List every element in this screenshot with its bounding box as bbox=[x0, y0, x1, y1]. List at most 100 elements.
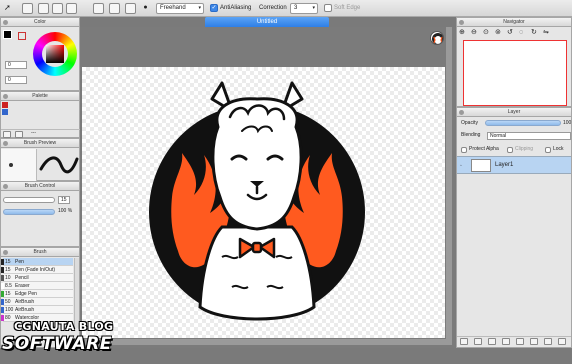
brush-size-field[interactable]: 15 bbox=[58, 196, 70, 204]
brush-size: 100 bbox=[5, 307, 14, 313]
delete-palette-icon[interactable] bbox=[15, 131, 23, 138]
layer-mask-icon[interactable] bbox=[516, 338, 524, 345]
frame-icon[interactable] bbox=[52, 3, 63, 14]
palette-panel: Palette --- bbox=[0, 91, 81, 138]
brush-opacity-slider[interactable] bbox=[3, 209, 55, 215]
color-wheel[interactable] bbox=[33, 32, 77, 76]
selection-icon[interactable] bbox=[22, 3, 33, 14]
merge-layer-icon[interactable] bbox=[502, 338, 510, 345]
protect-alpha-checkbox[interactable] bbox=[461, 147, 467, 153]
brush-color-swatch bbox=[1, 307, 4, 313]
brush-preview-title: Brush Preview bbox=[1, 139, 79, 148]
duplicate-layer-icon[interactable] bbox=[488, 338, 496, 345]
saturation-square[interactable] bbox=[46, 45, 64, 63]
close-icon[interactable] bbox=[459, 20, 464, 25]
zoom-in-icon[interactable]: ⊕ bbox=[459, 29, 467, 37]
grid-icon[interactable] bbox=[125, 3, 136, 14]
vertical-scrollbar[interactable] bbox=[446, 27, 452, 345]
brush-size-slider[interactable] bbox=[3, 197, 55, 203]
clear-layer-icon[interactable] bbox=[544, 338, 552, 345]
brush-name: Pencil bbox=[15, 275, 29, 281]
brush-mode-value: Freehand bbox=[160, 5, 186, 11]
layer-thumbnail bbox=[471, 159, 491, 172]
blending-label: Blending bbox=[461, 132, 481, 138]
foreground-color-swatch[interactable] bbox=[3, 30, 12, 39]
canvas-area bbox=[80, 27, 455, 348]
palette-swatch-blue[interactable] bbox=[2, 109, 8, 115]
close-icon[interactable] bbox=[3, 141, 8, 146]
brush-item[interactable]: 10 Pencil bbox=[1, 274, 73, 282]
new-folder-icon[interactable] bbox=[474, 338, 482, 345]
brush-item[interactable]: 15 Pen (Fade In/Out) bbox=[1, 266, 73, 274]
document-tab[interactable]: Untitled bbox=[205, 17, 329, 27]
palette-menu[interactable]: --- bbox=[31, 129, 36, 137]
add-palette-icon[interactable] bbox=[3, 131, 11, 138]
brush-item[interactable]: 15 Edge Pen bbox=[1, 290, 73, 298]
delete-layer-icon[interactable] bbox=[558, 338, 566, 345]
blending-value: Normal bbox=[490, 133, 507, 139]
zoom-actual-icon[interactable]: ⊚ bbox=[495, 29, 503, 37]
color-field-2[interactable]: 0 bbox=[5, 76, 27, 84]
close-icon[interactable] bbox=[3, 250, 8, 255]
lock-label: Lock bbox=[553, 146, 564, 152]
transform-icon[interactable] bbox=[93, 3, 104, 14]
close-icon[interactable] bbox=[3, 20, 8, 25]
navigator-preview[interactable] bbox=[463, 40, 567, 106]
brush-item[interactable]: 8.5 Eraser bbox=[1, 282, 73, 290]
close-icon[interactable] bbox=[3, 94, 8, 99]
dot-icon[interactable]: ● bbox=[140, 3, 151, 14]
layer-settings-icon[interactable] bbox=[530, 338, 538, 345]
rotate-reset-icon[interactable]: ◌ bbox=[519, 29, 527, 37]
zoom-out-icon[interactable]: ⊖ bbox=[471, 29, 479, 37]
drawing-canvas[interactable] bbox=[82, 67, 445, 338]
flip-icon[interactable]: ⇋ bbox=[543, 29, 551, 37]
avatar[interactable] bbox=[430, 31, 444, 45]
color-mode-icon[interactable] bbox=[18, 32, 26, 40]
close-icon[interactable] bbox=[459, 110, 464, 115]
color-panel: Color 0 0 0 bbox=[0, 17, 80, 99]
brush-size: 50 bbox=[5, 299, 11, 305]
eye-icon[interactable]: ◦ bbox=[460, 163, 462, 169]
correction-value: 3 bbox=[294, 5, 298, 11]
correction-select[interactable]: 3 ▾ bbox=[290, 3, 318, 14]
brush-tip-dot bbox=[9, 163, 13, 167]
correction-label: Correction bbox=[259, 5, 287, 11]
main-toolbar: ➚ ● Freehand ▾ ✓ AntiAliasing Correction… bbox=[0, 0, 572, 17]
brush-name: AirBrush bbox=[15, 307, 35, 313]
layout-icon[interactable] bbox=[38, 3, 49, 14]
split-icon[interactable] bbox=[66, 3, 77, 14]
brush-color-swatch bbox=[1, 291, 4, 297]
brush-name: Pen bbox=[15, 259, 24, 265]
lock-checkbox[interactable] bbox=[545, 147, 551, 153]
brush-name: Edge Pen bbox=[15, 291, 37, 297]
pointer-icon[interactable]: ➚ bbox=[4, 3, 15, 14]
brush-item[interactable]: 15 Pen bbox=[1, 258, 73, 266]
layer-opacity-slider[interactable] bbox=[485, 120, 561, 126]
zoom-fit-icon[interactable]: ⊙ bbox=[483, 29, 491, 37]
rotate-left-icon[interactable]: ↺ bbox=[507, 29, 515, 37]
new-layer-icon[interactable] bbox=[460, 338, 468, 345]
brush-list-scrollbar[interactable] bbox=[74, 258, 79, 328]
clipping-checkbox[interactable] bbox=[507, 147, 513, 153]
layer-name: Layer1 bbox=[495, 162, 514, 168]
brush-size: 8.5 bbox=[5, 283, 12, 289]
layer-row[interactable]: ◦ Layer1 bbox=[457, 156, 571, 174]
brush-item[interactable]: 100 AirBrush bbox=[1, 306, 73, 314]
crop-icon[interactable] bbox=[109, 3, 120, 14]
brush-item[interactable]: 50 AirBrush bbox=[1, 298, 73, 306]
brush-mode-select[interactable]: Freehand ▾ bbox=[156, 3, 204, 14]
blending-select[interactable]: Normal bbox=[487, 132, 571, 140]
soft-edge-checkbox[interactable] bbox=[324, 4, 332, 12]
brush-color-swatch bbox=[1, 275, 4, 281]
brush-color-swatch bbox=[1, 315, 4, 321]
close-icon[interactable] bbox=[3, 184, 8, 189]
navigator-title: Navigator bbox=[457, 18, 571, 27]
color-field-1[interactable]: 0 bbox=[5, 61, 27, 69]
alpaca-artwork bbox=[149, 81, 365, 321]
palette-swatch-red[interactable] bbox=[2, 102, 8, 108]
rotate-right-icon[interactable]: ↻ bbox=[531, 29, 539, 37]
antialiasing-checkbox[interactable]: ✓ bbox=[210, 4, 218, 12]
horizontal-scrollbar[interactable] bbox=[80, 339, 446, 345]
clipping-label: Clipping bbox=[515, 146, 534, 152]
brush-name: AirBrush bbox=[15, 299, 35, 305]
